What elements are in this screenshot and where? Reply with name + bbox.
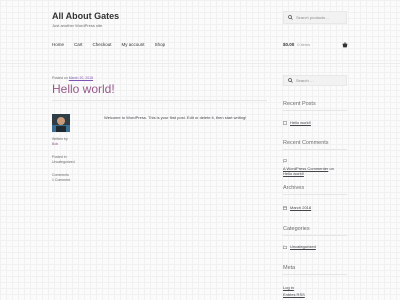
product-search-input[interactable]: Search products… bbox=[283, 11, 347, 24]
category-meta: Posted in Uncategorized bbox=[52, 155, 75, 165]
comment-icon bbox=[283, 158, 287, 163]
widget-title-recent-posts: Recent Posts bbox=[283, 101, 316, 107]
recent-comment-item: A WordPress Commenter on Hello world! bbox=[283, 158, 347, 176]
archive-item[interactable]: March 2018 bbox=[283, 205, 311, 210]
header-divider bbox=[0, 63, 400, 64]
post-date-line: Posted on March 20, 2018 bbox=[52, 76, 93, 80]
comments-meta: Comments 1 Comment bbox=[52, 173, 70, 183]
author-meta: Written by Bob bbox=[52, 137, 68, 147]
comments-link[interactable]: 1 Comment bbox=[52, 178, 70, 182]
meta-login-link[interactable]: Log in bbox=[283, 285, 294, 290]
widget-title-recent-comments: Recent Comments bbox=[283, 140, 329, 146]
nav-item-checkout[interactable]: Checkout bbox=[93, 42, 112, 47]
calendar-icon bbox=[283, 206, 287, 210]
author-link[interactable]: Bob bbox=[52, 142, 58, 146]
post-title[interactable]: Hello world! bbox=[52, 82, 115, 96]
meta-entries-rss-link[interactable]: Entries RSS bbox=[283, 292, 305, 297]
site-title[interactable]: All About Gates bbox=[52, 11, 119, 21]
comment-post-link[interactable]: Hello world! bbox=[283, 171, 304, 176]
widget-title-meta: Meta bbox=[283, 265, 296, 271]
recent-post-link[interactable]: Hello world! bbox=[290, 120, 311, 125]
nav-item-my-account[interactable]: My account bbox=[122, 42, 145, 47]
widget-divider bbox=[283, 149, 347, 150]
comment-on-text: on bbox=[329, 165, 334, 171]
widget-divider bbox=[283, 194, 347, 195]
widget-divider bbox=[283, 110, 347, 111]
search-icon bbox=[288, 15, 293, 20]
nav-item-cart[interactable]: Cart bbox=[74, 42, 83, 47]
site-description: Just another WordPress site bbox=[52, 23, 103, 28]
folder-icon bbox=[283, 245, 287, 249]
search-placeholder: Search products… bbox=[296, 15, 330, 20]
basket-icon bbox=[342, 42, 348, 48]
cart-total: $0.00 bbox=[283, 42, 295, 47]
site-header: All About Gates Just another WordPress s… bbox=[0, 0, 400, 66]
cart-count: 0 items bbox=[297, 42, 311, 47]
recent-post-item[interactable]: Hello world! bbox=[283, 120, 311, 125]
post-date-link[interactable]: March 20, 2018 bbox=[69, 76, 93, 80]
title-divider bbox=[52, 100, 267, 101]
archive-link[interactable]: March 2018 bbox=[290, 205, 311, 210]
sidebar-search-input[interactable]: Search … bbox=[283, 75, 347, 86]
category-widget-link[interactable]: Uncategorized bbox=[290, 244, 316, 249]
widget-divider bbox=[283, 235, 347, 236]
category-item[interactable]: Uncategorized bbox=[283, 244, 316, 249]
widget-title-archives: Archives bbox=[283, 185, 305, 191]
category-link[interactable]: Uncategorized bbox=[52, 160, 75, 164]
widget-title-categories: Categories bbox=[283, 226, 310, 232]
header-cart[interactable]: $0.00 0 items bbox=[283, 42, 348, 48]
nav-item-shop[interactable]: Shop bbox=[155, 42, 166, 47]
sidebar-search-placeholder: Search … bbox=[296, 78, 314, 83]
search-icon bbox=[288, 78, 293, 83]
document-icon bbox=[283, 120, 287, 125]
nav-item-home[interactable]: Home bbox=[52, 42, 64, 47]
post-content: Welcome to WordPress. This is your first… bbox=[104, 115, 247, 120]
avatar bbox=[52, 114, 70, 132]
posted-on-label: Posted on bbox=[52, 76, 68, 80]
primary-navigation: Home Cart Checkout My account Shop bbox=[52, 42, 165, 47]
widget-divider bbox=[283, 274, 347, 275]
